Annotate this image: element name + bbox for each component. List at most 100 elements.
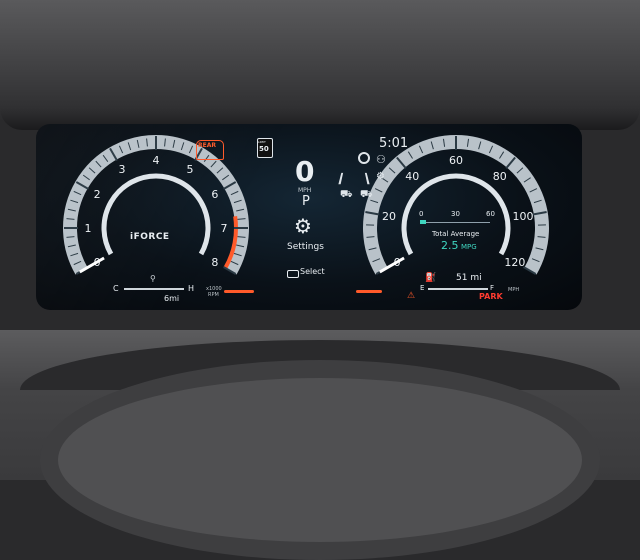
pre-collision-off-icon: ⛟ xyxy=(360,190,373,200)
speedometer: 0 20 40 60 80 100 120 xyxy=(365,136,546,274)
tach-inner-ring xyxy=(104,176,208,254)
tach-tick xyxy=(66,237,74,238)
temp-cold-label: C xyxy=(113,284,119,293)
tach-tick xyxy=(222,175,228,180)
speedo-tick xyxy=(375,189,382,193)
tach-tick xyxy=(211,161,216,167)
tach-tick-label: 7 xyxy=(221,222,228,235)
trip-bar-line xyxy=(420,222,490,223)
lane-assist-icon xyxy=(338,173,369,184)
speedo-tick-label: 60 xyxy=(449,154,463,167)
trip-tick-60: 60 xyxy=(486,210,495,218)
seatbelt-warning-icon: ⚠ xyxy=(407,292,415,301)
speedo-underline xyxy=(356,290,382,293)
trip-tick-30: 30 xyxy=(451,210,460,218)
settings-gear-icon[interactable]: ⚙ xyxy=(294,216,312,236)
tach-tick xyxy=(147,138,148,146)
tach-tick xyxy=(238,237,246,238)
tach-unit-rpm: RPM xyxy=(208,292,219,298)
tach-tick xyxy=(224,267,236,274)
range-readout: 51 mi xyxy=(456,273,482,283)
clock: 5:01 xyxy=(379,136,408,151)
tach-tick xyxy=(70,253,78,255)
rear-indicator-icon xyxy=(196,140,224,160)
tach-tick xyxy=(70,200,78,202)
speedo-tick xyxy=(467,139,468,147)
tach-tick xyxy=(76,182,88,189)
trip-bar-fill xyxy=(420,220,426,224)
gear-indicator: P xyxy=(302,194,310,209)
tach-needle xyxy=(80,258,104,272)
speedo-tick xyxy=(479,141,481,149)
tach-tick xyxy=(74,261,81,264)
speedo-tick xyxy=(370,200,378,202)
tach-tick xyxy=(236,245,244,247)
tach-tick-label: 0 xyxy=(94,256,101,269)
speedo-tick-label: 120 xyxy=(504,256,525,269)
tach-tick-label: 6 xyxy=(211,188,218,201)
average-value: 2.5 xyxy=(441,239,459,252)
park-indicator: PARK xyxy=(479,292,503,301)
speed-limit-label: LIMIT xyxy=(258,140,266,144)
tach-tick xyxy=(110,148,117,160)
tach-tick xyxy=(103,155,108,161)
settings-label[interactable]: Settings xyxy=(287,242,324,252)
speedo-tick xyxy=(373,259,380,262)
speedo-needle xyxy=(380,258,404,272)
speedo-tick xyxy=(376,267,388,274)
tach-tick xyxy=(165,138,166,146)
pre-collision-icon: ⛟ xyxy=(340,190,353,200)
tach-tick xyxy=(231,261,238,264)
speedo-tick xyxy=(538,237,546,238)
speedo-tick xyxy=(534,200,542,202)
tach-tick xyxy=(76,267,88,274)
tach-tick xyxy=(83,175,89,180)
speedo-tick xyxy=(381,178,388,182)
speedo-tick xyxy=(489,146,492,153)
speedo-tick xyxy=(389,168,395,173)
tach-tick xyxy=(189,146,192,153)
tach-tick xyxy=(173,140,175,148)
speedo-tick-label: 40 xyxy=(405,170,419,183)
tach-tick xyxy=(96,161,101,167)
odometer: 6mi xyxy=(164,294,179,303)
speed-limit-sign xyxy=(257,138,273,158)
tachometer: 012345678 xyxy=(64,136,248,274)
speedo-tick xyxy=(366,237,374,238)
tach-tick xyxy=(119,146,122,153)
tach-tick-label: 8 xyxy=(211,256,218,269)
speedo-tick xyxy=(524,178,531,182)
trip-tick-0: 0 xyxy=(419,210,423,218)
average-title: Total Average xyxy=(432,230,479,238)
tach-tick-label: 3 xyxy=(119,163,126,176)
speedo-tick xyxy=(533,212,547,214)
speedo-tick xyxy=(499,152,503,159)
select-label[interactable]: Select xyxy=(300,267,325,276)
speedo-tick xyxy=(443,139,444,147)
speedo-tick xyxy=(530,189,537,193)
speedo-tick-label: 100 xyxy=(512,210,533,223)
speedo-tick xyxy=(517,168,523,173)
gauges-svg: 012345678 020406080100120 xyxy=(36,124,582,310)
tach-tick xyxy=(204,155,209,161)
speedo-inner-ring xyxy=(404,176,508,254)
rear-indicator-label: REAR xyxy=(198,142,216,149)
tach-tick-label: 4 xyxy=(153,154,160,167)
tach-tick-label: 5 xyxy=(187,163,194,176)
speedo-tick-label: 20 xyxy=(382,210,396,223)
temp-hot-label: H xyxy=(188,284,194,293)
speedo-tick-label: 80 xyxy=(493,170,507,183)
instrument-cluster-display: 012345678 020406080100120 iFORCE C H ⚲ x… xyxy=(36,124,582,310)
speedo-tick xyxy=(408,152,412,159)
speedo-tick xyxy=(397,158,406,169)
tach-tick xyxy=(181,142,183,150)
tach-tick xyxy=(238,219,246,220)
tach-tick xyxy=(217,168,223,173)
select-button-icon xyxy=(287,270,299,278)
speedo-unit: MPH xyxy=(508,287,519,293)
tach-tick xyxy=(66,219,74,220)
tach-tick xyxy=(137,140,139,148)
speedo-tick xyxy=(431,141,433,149)
average-unit: MPG xyxy=(461,243,477,251)
speedo-tick xyxy=(365,212,379,214)
